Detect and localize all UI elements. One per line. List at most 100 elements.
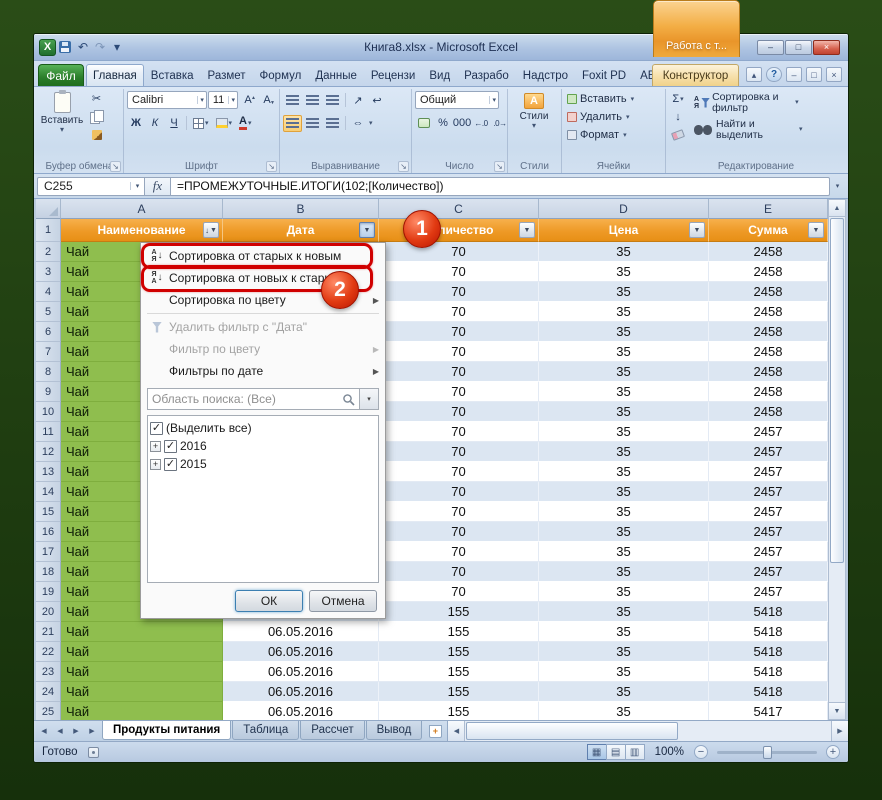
cell-d2[interactable]: 35 <box>539 242 709 262</box>
checkbox-checked-icon[interactable]: ✓ <box>150 422 163 435</box>
sheet-nav-first-icon[interactable]: ◀ <box>37 724 51 738</box>
row-header-22[interactable]: 22 <box>36 642 61 662</box>
row-header-19[interactable]: 19 <box>36 582 61 602</box>
cell-c14[interactable]: 70 <box>379 482 539 502</box>
copy-icon[interactable] <box>87 108 106 125</box>
font-dialog-launcher[interactable]: ↘ <box>266 161 277 172</box>
tab-formulas[interactable]: Формул <box>253 64 309 86</box>
cell-c20[interactable]: 155 <box>379 602 539 622</box>
workbook-minimize-icon[interactable]: – <box>786 67 802 82</box>
zoom-in-icon[interactable]: + <box>826 745 840 759</box>
cell-d6[interactable]: 35 <box>539 322 709 342</box>
workbook-restore-icon[interactable]: □ <box>806 67 822 82</box>
decimal-decrease-icon[interactable]: .0→ <box>491 115 509 132</box>
cell-c17[interactable]: 70 <box>379 542 539 562</box>
fill-color-icon[interactable]: ▾ <box>213 115 236 132</box>
row-header-18[interactable]: 18 <box>36 562 61 582</box>
formula-input[interactable]: =ПРОМЕЖУТОЧНЫЕ.ИТОГИ(102;[Количество]) <box>171 177 830 196</box>
currency-format-icon[interactable] <box>415 115 433 132</box>
row-header-12[interactable]: 12 <box>36 442 61 462</box>
cell-d7[interactable]: 35 <box>539 342 709 362</box>
cell-a25[interactable]: Чай <box>61 702 223 720</box>
cell-c15[interactable]: 70 <box>379 502 539 522</box>
sheet-tab-table[interactable]: Таблица <box>232 721 299 740</box>
cell-d4[interactable]: 35 <box>539 282 709 302</box>
cell-c4[interactable]: 70 <box>379 282 539 302</box>
font-name-select[interactable]: Calibri▾ <box>127 91 207 109</box>
cell-a23[interactable]: Чай <box>61 662 223 682</box>
cell-e10[interactable]: 2458 <box>709 402 828 422</box>
cell-d16[interactable]: 35 <box>539 522 709 542</box>
delete-cells-button[interactable]: Удалить ▾ <box>565 108 662 125</box>
cell-e9[interactable]: 2458 <box>709 382 828 402</box>
row-header-1[interactable]: 1 <box>36 219 61 242</box>
filter-button-c[interactable]: ▼ <box>519 222 535 238</box>
view-normal-icon[interactable]: ▦ <box>587 744 607 760</box>
name-box-dropdown-icon[interactable]: ▾ <box>130 182 144 190</box>
horizontal-scrollbar[interactable]: ◀ ▶ <box>447 721 848 741</box>
row-header-2[interactable]: 2 <box>36 242 61 262</box>
expand-icon[interactable]: + <box>150 459 161 470</box>
cell-e25[interactable]: 5417 <box>709 702 828 720</box>
row-header-14[interactable]: 14 <box>36 482 61 502</box>
cell-d21[interactable]: 35 <box>539 622 709 642</box>
insert-cells-button[interactable]: Вставить ▾ <box>565 90 662 107</box>
cell-a24[interactable]: Чай <box>61 682 223 702</box>
cell-e5[interactable]: 2458 <box>709 302 828 322</box>
clear-icon[interactable] <box>669 126 687 143</box>
autosum-icon[interactable]: Σ▾ <box>669 90 687 107</box>
cell-e12[interactable]: 2457 <box>709 442 828 462</box>
zoom-out-icon[interactable]: − <box>694 745 708 759</box>
cell-e14[interactable]: 2457 <box>709 482 828 502</box>
formula-bar-expand-icon[interactable]: ▾ <box>830 177 845 196</box>
cell-d14[interactable]: 35 <box>539 482 709 502</box>
file-tab[interactable]: Файл <box>38 64 84 86</box>
cell-d9[interactable]: 35 <box>539 382 709 402</box>
cell-d25[interactable]: 35 <box>539 702 709 720</box>
cell-c13[interactable]: 70 <box>379 462 539 482</box>
cell-d12[interactable]: 35 <box>539 442 709 462</box>
cell-d17[interactable]: 35 <box>539 542 709 562</box>
cell-e8[interactable]: 2458 <box>709 362 828 382</box>
tab-developer[interactable]: Разрабо <box>457 64 516 86</box>
number-dialog-launcher[interactable]: ↘ <box>494 161 505 172</box>
italic-button[interactable]: К <box>146 115 164 132</box>
insert-function-button[interactable]: fx <box>145 177 171 196</box>
cut-icon[interactable]: ✂ <box>87 90 106 107</box>
paste-button[interactable]: Вставить ▾ <box>39 90 85 159</box>
cell-b23[interactable]: 06.05.2016 <box>223 662 379 682</box>
undo-icon[interactable]: ↶ <box>76 39 90 55</box>
cell-e11[interactable]: 2457 <box>709 422 828 442</box>
cancel-button[interactable]: Отмена <box>309 590 377 612</box>
align-top-icon[interactable] <box>283 92 302 109</box>
cell-b21[interactable]: 06.05.2016 <box>223 622 379 642</box>
sheet-nav-prev-icon[interactable]: ◀ <box>53 724 67 738</box>
cell-c25[interactable]: 155 <box>379 702 539 720</box>
column-header-c[interactable]: C <box>379 199 539 219</box>
cell-d23[interactable]: 35 <box>539 662 709 682</box>
row-header-21[interactable]: 21 <box>36 622 61 642</box>
row-header-16[interactable]: 16 <box>36 522 61 542</box>
cell-c21[interactable]: 155 <box>379 622 539 642</box>
insert-worksheet-tab[interactable]: + <box>423 721 447 741</box>
tab-data[interactable]: Данные <box>308 64 364 86</box>
cell-c5[interactable]: 70 <box>379 302 539 322</box>
cell-e24[interactable]: 5418 <box>709 682 828 702</box>
align-right-icon[interactable] <box>323 115 342 132</box>
underline-button[interactable]: Ч <box>165 115 183 132</box>
filter-button-b[interactable]: ▼ <box>359 222 375 238</box>
cell-c11[interactable]: 70 <box>379 422 539 442</box>
row-header-3[interactable]: 3 <box>36 262 61 282</box>
cell-a21[interactable]: Чай <box>61 622 223 642</box>
sheet-tab-calculation[interactable]: Рассчет <box>300 721 364 740</box>
scroll-down-icon[interactable]: ▼ <box>829 702 845 719</box>
sort-filter-button[interactable]: АЯ Сортировка и фильтр ▾ <box>691 90 806 115</box>
row-header-20[interactable]: 20 <box>36 602 61 622</box>
cell-d18[interactable]: 35 <box>539 562 709 582</box>
excel-logo-icon[interactable]: X <box>39 39 56 56</box>
filter-button-d[interactable]: ▼ <box>689 222 705 238</box>
row-header-4[interactable]: 4 <box>36 282 61 302</box>
minimize-button[interactable]: – <box>757 40 784 55</box>
align-middle-icon[interactable] <box>303 92 322 109</box>
tab-add-ins[interactable]: Надстро <box>516 64 575 86</box>
